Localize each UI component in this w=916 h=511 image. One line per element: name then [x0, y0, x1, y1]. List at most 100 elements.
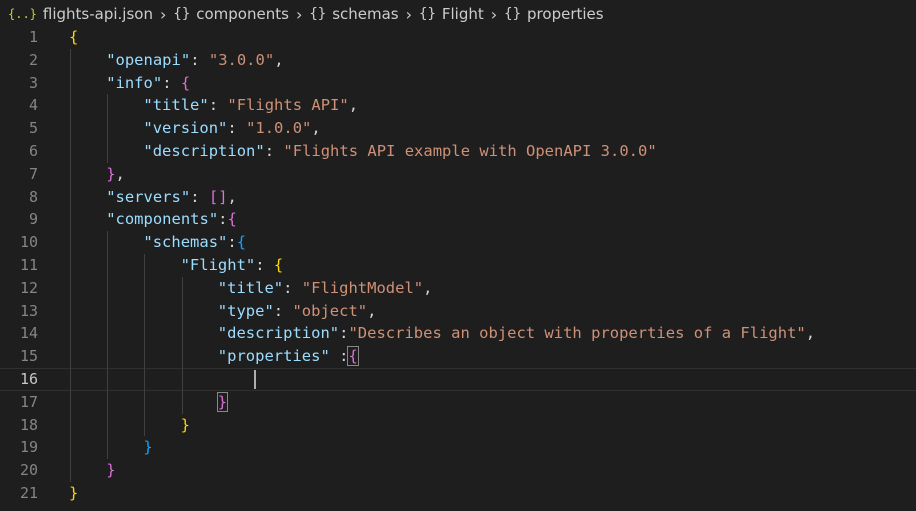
breadcrumb-item[interactable]: {} components: [173, 5, 289, 23]
indent-guide: [70, 48, 71, 72]
json-string: "1.0.0": [246, 119, 312, 138]
indent-guide: [70, 185, 71, 209]
braces-icon: {}: [504, 6, 522, 22]
indent-guide: [144, 322, 146, 346]
json-bracket: }: [69, 483, 79, 502]
indent-guide: [144, 276, 146, 300]
code-line[interactable]: 9 "components":{: [0, 208, 916, 232]
code-line[interactable]: 8 "servers": [],: [0, 185, 916, 209]
code-line[interactable]: 14 "description":"Describes an object wit…: [0, 322, 916, 346]
indent-guide: [70, 117, 71, 140]
indent-guide: [70, 345, 71, 368]
indent-guide: [70, 231, 71, 254]
chevron-right-icon: ›: [159, 4, 167, 24]
line-number: 11: [19, 255, 38, 274]
code-line[interactable]: 3 "info": {: [0, 71, 916, 95]
code-line[interactable]: 7},: [0, 162, 916, 186]
breadcrumb-item[interactable]: {..} flights-api.json: [8, 5, 153, 23]
json-punctuation: :: [329, 347, 349, 366]
json-string: "Flights API": [227, 96, 349, 115]
json-key: "type": [217, 301, 274, 320]
indent-guide: [70, 276, 71, 300]
line-number: 4: [28, 96, 38, 115]
line-number: 1: [28, 28, 38, 46]
breadcrumb-item[interactable]: {} properties: [504, 5, 603, 23]
code-content: }: [69, 459, 116, 482]
code-line[interactable]: 4 "title": "Flights API",: [0, 94, 916, 118]
braces-icon: {}: [419, 6, 436, 22]
code-line[interactable]: 11 "Flight": {: [0, 253, 916, 277]
code-editor[interactable]: 1{2 "openapi": "3.0.0", 3 "info": {4 "title"…: [0, 26, 916, 511]
code-line[interactable]: 10 "schemas":{: [0, 231, 916, 254]
chevron-right-icon: ›: [295, 4, 303, 24]
code-content: },: [69, 162, 125, 186]
json-bracket: }: [106, 164, 116, 183]
indent-guide: [181, 345, 183, 368]
indent-guide: [144, 345, 146, 368]
code-line[interactable]: 21}: [0, 482, 916, 505]
code-content: "properties" :{: [69, 345, 359, 368]
json-bracket: {: [273, 255, 284, 274]
code-content: {: [69, 26, 78, 49]
json-key: "description": [143, 141, 265, 160]
line-number: 3: [28, 73, 38, 92]
json-bracket: {: [227, 210, 237, 229]
code-line[interactable]: 17}: [0, 390, 916, 414]
json-bracket: }: [180, 415, 190, 434]
json-punctuation: ,: [367, 301, 377, 320]
code-line[interactable]: 13 "type": "object",: [0, 299, 916, 323]
code-line[interactable]: 18}: [0, 413, 916, 437]
code-content: "Flight": {: [69, 253, 284, 277]
indent-guide: [144, 253, 146, 277]
indent-guide: [107, 94, 109, 118]
indent-guide: [181, 276, 183, 300]
breadcrumb-item[interactable]: {} schemas: [309, 5, 398, 23]
indent-guide: [181, 390, 183, 414]
breadcrumb-label: Flight: [441, 5, 484, 23]
json-punctuation: ,: [115, 164, 125, 183]
line-number: 21: [19, 483, 38, 502]
json-key: "description": [217, 324, 340, 343]
json-string: "Flights API example with OpenAPI 3.0.0": [283, 141, 657, 160]
breadcrumb-label: properties: [527, 5, 604, 23]
indent-guide: [70, 322, 71, 346]
code-content: "version": "1.0.0",: [69, 117, 321, 140]
code-line[interactable]: 1{: [0, 26, 916, 49]
braces-icon: {}: [173, 6, 191, 22]
code-line[interactable]: 12 "title": "FlightModel",: [0, 276, 916, 300]
indent-guide: [70, 436, 71, 460]
breadcrumb-label: flights-api.json: [42, 5, 153, 23]
line-number: 15: [19, 347, 38, 366]
code-line[interactable]: 6 "description": "Flights API example wit…: [0, 139, 916, 163]
breadcrumb-item[interactable]: {} Flight: [419, 5, 484, 23]
json-bracket: {: [347, 346, 359, 367]
indent-guide: [70, 139, 71, 163]
code-line[interactable]: 15 "properties" :{: [0, 345, 916, 368]
indent-guide: [107, 390, 109, 414]
line-number: 8: [28, 187, 38, 206]
indent-guide: [70, 413, 71, 437]
code-content: "schemas":{: [69, 231, 246, 254]
code-content: "description":"Describes an object with …: [69, 322, 815, 346]
indent-guide: [70, 459, 71, 482]
indent-guide: [144, 390, 146, 414]
code-line[interactable]: 20}: [0, 459, 916, 482]
code-line[interactable]: 5 "version": "1.0.0",: [0, 117, 916, 140]
code-content: "title": "FlightModel",: [69, 276, 432, 300]
code-content: }: [69, 413, 190, 437]
json-string: "FlightModel": [301, 278, 424, 297]
braces-icon: {}: [309, 6, 327, 22]
code-content: }: [69, 390, 229, 414]
indent-guide: [107, 322, 109, 346]
code-content: "title": "Flights API",: [69, 94, 358, 118]
json-punctuation: ,: [311, 119, 321, 138]
json-punctuation: :: [162, 73, 181, 92]
code-line[interactable]: 16: [0, 367, 916, 391]
code-content: }: [69, 482, 78, 505]
line-number: 6: [28, 141, 38, 160]
line-number: 12: [19, 278, 38, 297]
code-line[interactable]: 2 "openapi": "3.0.0",: [0, 48, 916, 72]
json-key: "version": [143, 119, 228, 138]
breadcrumb: {..} flights-api.json › {} components › {} sche…: [0, 0, 916, 28]
code-line[interactable]: 19}: [0, 436, 916, 460]
